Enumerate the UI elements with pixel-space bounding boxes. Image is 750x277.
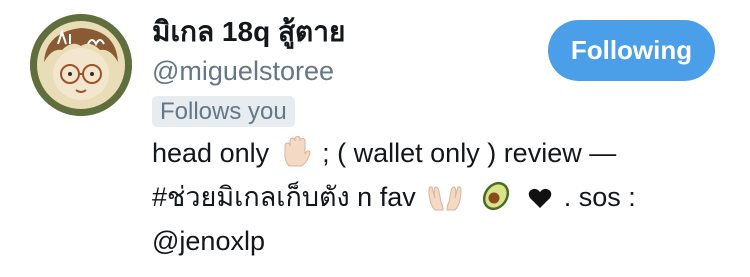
bio-line-1: head only ; ( wallet only ) review —	[152, 134, 732, 178]
bio-text: . sos :	[563, 182, 636, 212]
open-hands-icon	[427, 182, 463, 222]
profile-bio: head only ; ( wallet only ) review — #ช่…	[152, 134, 732, 260]
black-heart-icon	[528, 181, 552, 219]
display-name[interactable]: มิเกล 18q สู้ตาย	[152, 14, 345, 50]
profile-card: มิเกล 18q สู้ตาย @miguelstoree Follows y…	[0, 0, 750, 277]
raised-hand-icon	[281, 135, 311, 178]
avocado-icon	[479, 180, 513, 222]
bio-line-2: #ช่วยมิเกลเก็บตัง n fav . sos :	[152, 178, 732, 222]
mention-link[interactable]: @jenoxlp	[152, 226, 265, 256]
username-handle[interactable]: @miguelstoree	[152, 54, 334, 88]
avatar[interactable]	[30, 14, 132, 116]
bio-text: ; ( wallet only ) review —	[322, 138, 617, 168]
hashtag-link[interactable]: #ช่วยมิเกลเก็บตัง n fav	[152, 182, 416, 212]
bio-line-3: @jenoxlp	[152, 222, 732, 260]
following-button[interactable]: Following	[548, 20, 715, 81]
follows-you-badge: Follows you	[152, 96, 295, 127]
avatar-illustration-icon	[30, 14, 132, 116]
bio-text: head only	[152, 138, 270, 168]
